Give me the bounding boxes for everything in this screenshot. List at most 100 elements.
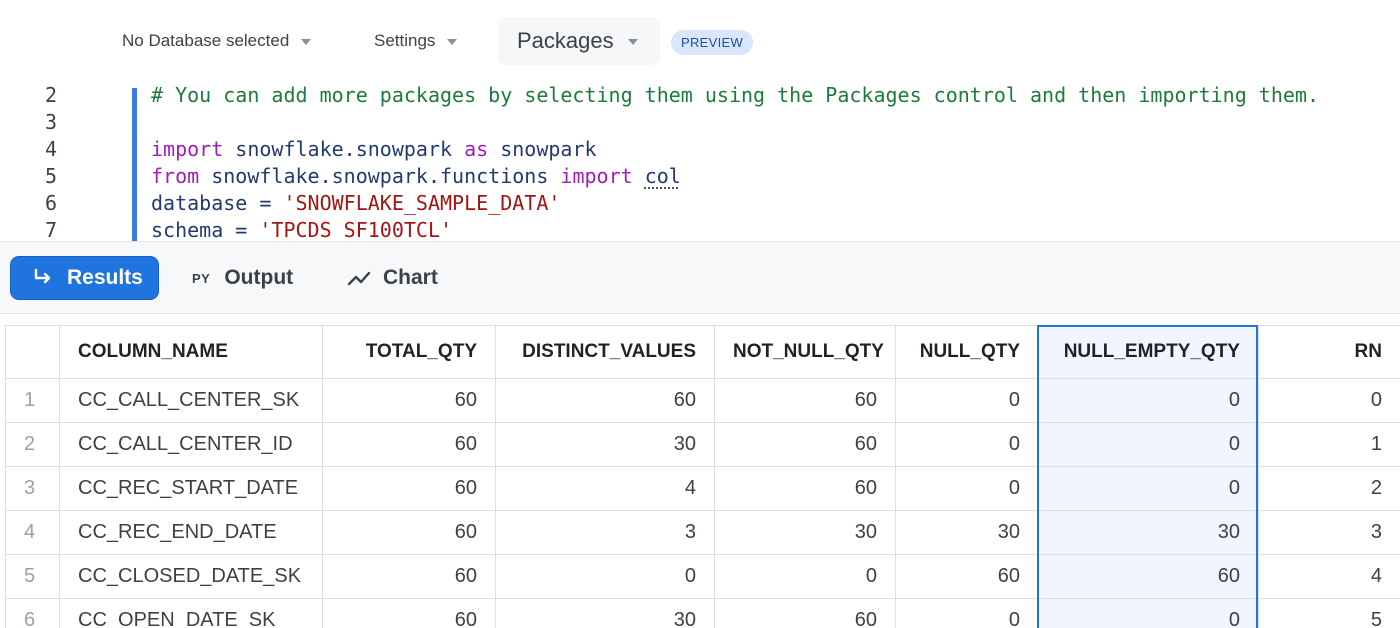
table-cell[interactable]: 60 bbox=[714, 378, 896, 423]
table-cell[interactable]: 60 bbox=[1038, 554, 1259, 599]
database-selector[interactable]: No Database selected bbox=[122, 31, 312, 51]
line-number: 7 bbox=[44, 218, 57, 241]
packages-dropdown[interactable]: Packages bbox=[498, 17, 660, 65]
table-cell[interactable]: 3 bbox=[1258, 510, 1400, 555]
row-index: 6 bbox=[5, 598, 60, 628]
table-cell[interactable]: 0 bbox=[895, 378, 1039, 423]
column-header[interactable]: COLUMN_NAME bbox=[59, 325, 323, 379]
table-cell[interactable]: 60 bbox=[322, 554, 496, 599]
code-editor[interactable]: 2 # You can add more packages by selectin… bbox=[0, 78, 1400, 241]
table-header-row: COLUMN_NAME TOTAL_QTY DISTINCT_VALUES NOT_N… bbox=[5, 325, 1400, 379]
row-index: 4 bbox=[5, 510, 60, 555]
code-token: import bbox=[151, 137, 224, 161]
table-cell[interactable]: 60 bbox=[322, 378, 496, 423]
results-table: COLUMN_NAME TOTAL_QTY DISTINCT_VALUES NOT_N… bbox=[5, 325, 1400, 628]
chevron-down-icon bbox=[301, 39, 312, 45]
table-cell[interactable]: 60 bbox=[322, 510, 496, 555]
table-cell[interactable]: 0 bbox=[895, 422, 1039, 467]
code-line[interactable]: 6 database = 'SNOWFLAKE_SAMPLE_DATA' bbox=[0, 190, 1400, 217]
code-line[interactable]: 5 from snowflake.snowpark.functions impor… bbox=[0, 163, 1400, 190]
table-cell[interactable]: CC_REC_START_DATE bbox=[59, 466, 323, 511]
results-tab-bar: Results PY Output Chart bbox=[0, 241, 1400, 314]
table-cell[interactable]: CC_OPEN_DATE_SK bbox=[59, 598, 323, 628]
tab-output[interactable]: PY Output bbox=[192, 256, 293, 300]
column-header[interactable]: NULL_EMPTY_QTY bbox=[1038, 325, 1259, 379]
table-cell[interactable]: CC_CALL_CENTER_SK bbox=[59, 378, 323, 423]
table-cell[interactable]: CC_REC_END_DATE bbox=[59, 510, 323, 555]
column-header[interactable]: NULL_QTY bbox=[895, 325, 1039, 379]
code-token: database = bbox=[151, 191, 284, 215]
table-cell[interactable]: 4 bbox=[1258, 554, 1400, 599]
table-cell[interactable]: 30 bbox=[495, 598, 715, 628]
row-index: 2 bbox=[5, 422, 60, 467]
table-cell[interactable]: 0 bbox=[1038, 422, 1259, 467]
column-header[interactable]: RN bbox=[1258, 325, 1400, 379]
table-cell[interactable]: CC_CALL_CENTER_ID bbox=[59, 422, 323, 467]
table-cell[interactable]: 0 bbox=[1038, 466, 1259, 511]
table-cell[interactable]: 5 bbox=[1258, 598, 1400, 628]
table-cell[interactable]: 60 bbox=[322, 598, 496, 628]
table-cell[interactable]: 0 bbox=[1258, 378, 1400, 423]
preview-badge: PREVIEW bbox=[671, 30, 754, 55]
table-cell[interactable]: 60 bbox=[895, 554, 1039, 599]
table-cell[interactable]: 0 bbox=[895, 466, 1039, 511]
column-header[interactable] bbox=[5, 325, 60, 379]
line-number: 5 bbox=[44, 164, 57, 188]
code-line[interactable]: 7 schema = 'TPCDS_SF100TCL' bbox=[0, 217, 1400, 241]
table-cell[interactable]: 1 bbox=[1258, 422, 1400, 467]
table-cell[interactable]: 60 bbox=[322, 422, 496, 467]
tab-results-label: Results bbox=[67, 266, 143, 289]
row-index: 5 bbox=[5, 554, 60, 599]
line-number: 2 bbox=[44, 83, 57, 107]
table-cell[interactable]: 30 bbox=[895, 510, 1039, 555]
table-cell[interactable]: CC_CLOSED_DATE_SK bbox=[59, 554, 323, 599]
table-cell[interactable]: 0 bbox=[895, 598, 1039, 628]
table-cell[interactable]: 60 bbox=[322, 466, 496, 511]
python-tag: PY bbox=[192, 270, 211, 286]
code-text: # You can add more packages by selecting… bbox=[151, 82, 1319, 109]
code-line[interactable]: 2 # You can add more packages by selectin… bbox=[0, 82, 1400, 109]
code-line[interactable]: 3 bbox=[0, 109, 1400, 136]
code-line[interactable]: 4 import snowflake.snowpark as snowpark bbox=[0, 136, 1400, 163]
row-index: 1 bbox=[5, 378, 60, 423]
table-cell[interactable]: 4 bbox=[495, 466, 715, 511]
column-header[interactable]: NOT_NULL_QTY bbox=[714, 325, 896, 379]
code-text: from snowflake.snowpark.functions import… bbox=[151, 163, 681, 190]
table-cell[interactable]: 30 bbox=[495, 422, 715, 467]
settings-dropdown[interactable]: Settings bbox=[374, 31, 458, 51]
code-token: snowflake.snowpark bbox=[223, 137, 465, 161]
table-cell[interactable]: 0 bbox=[714, 554, 896, 599]
table-cell[interactable]: 60 bbox=[714, 598, 896, 628]
table-cell[interactable]: 2 bbox=[1258, 466, 1400, 511]
table-row[interactable]: 2 CC_CALL_CENTER_ID 60 30 60 0 0 1 bbox=[5, 422, 1400, 467]
table-cell[interactable]: 3 bbox=[495, 510, 715, 555]
table-cell[interactable]: 30 bbox=[1038, 510, 1259, 555]
code-token: snowpark bbox=[488, 137, 597, 161]
code-token: 'TPCDS_SF100TCL' bbox=[259, 218, 453, 241]
line-number: 4 bbox=[44, 137, 57, 161]
table-row[interactable]: 6 CC_OPEN_DATE_SK 60 30 60 0 0 5 bbox=[5, 598, 1400, 628]
table-cell[interactable]: 60 bbox=[714, 422, 896, 467]
line-number: 6 bbox=[44, 191, 57, 215]
code-token: 'SNOWFLAKE_SAMPLE_DATA' bbox=[283, 191, 561, 215]
table-cell[interactable]: 60 bbox=[495, 378, 715, 423]
table-cell[interactable]: 30 bbox=[714, 510, 896, 555]
table-cell[interactable]: 0 bbox=[1038, 598, 1259, 628]
editor-toolbar: No Database selected Settings Packages P… bbox=[0, 0, 1400, 78]
packages-label: Packages bbox=[517, 28, 614, 53]
line-chart-icon bbox=[347, 271, 371, 286]
tab-results[interactable]: Results bbox=[10, 256, 159, 300]
column-header[interactable]: TOTAL_QTY bbox=[322, 325, 496, 379]
table-row[interactable]: 4 CC_REC_END_DATE 60 3 30 30 30 3 bbox=[5, 510, 1400, 555]
table-row[interactable]: 3 CC_REC_START_DATE 60 4 60 0 0 2 bbox=[5, 466, 1400, 511]
tab-chart[interactable]: Chart bbox=[347, 256, 438, 300]
database-selector-label: No Database selected bbox=[122, 31, 290, 50]
table-cell[interactable]: 0 bbox=[1038, 378, 1259, 423]
column-header[interactable]: DISTINCT_VALUES bbox=[495, 325, 715, 379]
code-token: schema = bbox=[151, 218, 260, 241]
table-row[interactable]: 5 CC_CLOSED_DATE_SK 60 0 0 60 60 4 bbox=[5, 554, 1400, 599]
table-cell[interactable]: 60 bbox=[714, 466, 896, 511]
table-cell[interactable]: 0 bbox=[495, 554, 715, 599]
table-row[interactable]: 1 CC_CALL_CENTER_SK 60 60 60 0 0 0 bbox=[5, 378, 1400, 423]
